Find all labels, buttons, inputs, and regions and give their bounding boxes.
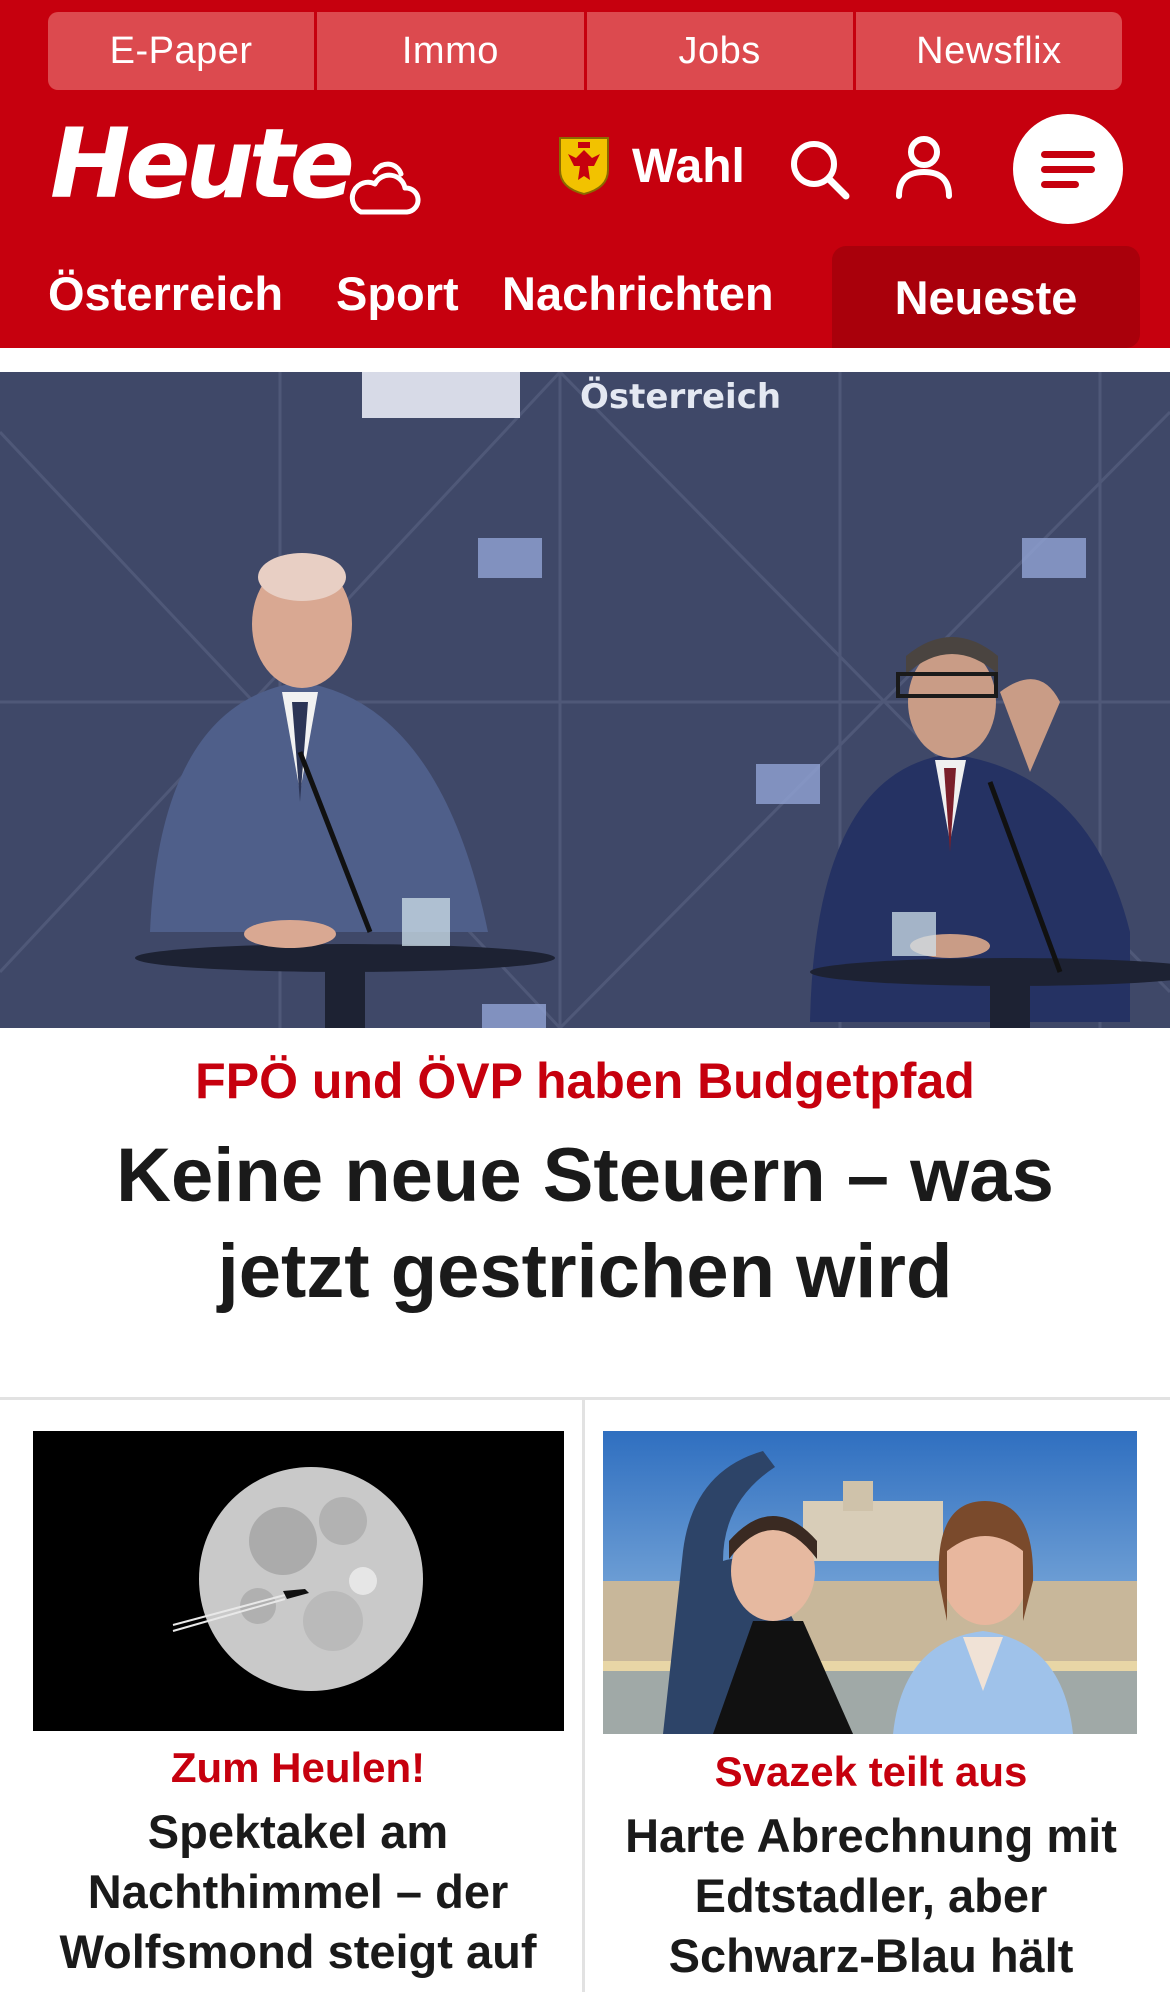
nav-item-nachrichten[interactable]: Nachrichten	[502, 266, 774, 321]
brand-row: Heute Wahl	[0, 110, 1170, 230]
section-divider	[0, 1397, 1170, 1400]
moon-photo	[33, 1431, 564, 1731]
column-divider	[582, 1400, 585, 1992]
nav-item-sport[interactable]: Sport	[336, 266, 459, 321]
user-icon[interactable]	[893, 134, 955, 200]
hero-image[interactable]: Österreich	[0, 372, 1170, 1028]
hamburger-menu-icon[interactable]	[1013, 114, 1123, 224]
salzburg-photo	[603, 1431, 1137, 1734]
nav-item-neueste[interactable]: Neueste	[832, 246, 1140, 348]
top-links-bar: E-Paper Immo Jobs Newsflix	[48, 12, 1122, 90]
teaser-kicker[interactable]: Zum Heulen!	[20, 1744, 576, 1792]
teaser-kicker[interactable]: Svazek teilt aus	[592, 1748, 1150, 1796]
cloud-sun-icon[interactable]	[345, 150, 425, 220]
teaser-headline[interactable]: Harte Abrechnung mit Edtstadler, aber Sc…	[592, 1806, 1150, 1986]
search-icon[interactable]	[786, 136, 852, 202]
top-link-immo[interactable]: Immo	[314, 12, 584, 90]
wahl-label: Wahl	[632, 139, 745, 193]
teaser-image-moon[interactable]	[33, 1431, 564, 1731]
hero-headline[interactable]: Keine neue Steuern – was jetzt gestriche…	[40, 1128, 1130, 1320]
main-nav: Österreich Sport Nachrichten Neueste	[0, 244, 1170, 348]
wahl-link[interactable]: Wahl	[558, 136, 745, 196]
burgenland-crest-icon	[559, 137, 609, 196]
heute-logo[interactable]: Heute	[50, 116, 355, 212]
top-link-newsflix[interactable]: Newsflix	[852, 12, 1122, 90]
site-header: E-Paper Immo Jobs Newsflix Heute Wahl Ös…	[0, 0, 1170, 348]
top-link-epaper[interactable]: E-Paper	[48, 12, 315, 90]
teaser-headline[interactable]: Spektakel am Nachthimmel – der Wolfsmond…	[20, 1802, 576, 1982]
hero-backdrop-text: Österreich	[580, 376, 781, 417]
hero-photo: Österreich	[0, 372, 1170, 1028]
top-link-jobs[interactable]: Jobs	[583, 12, 853, 90]
teaser-image-salzburg[interactable]	[603, 1431, 1137, 1734]
nav-item-oesterreich[interactable]: Österreich	[48, 266, 283, 321]
hero-kicker[interactable]: FPÖ und ÖVP haben Budgetpfad	[0, 1052, 1170, 1110]
